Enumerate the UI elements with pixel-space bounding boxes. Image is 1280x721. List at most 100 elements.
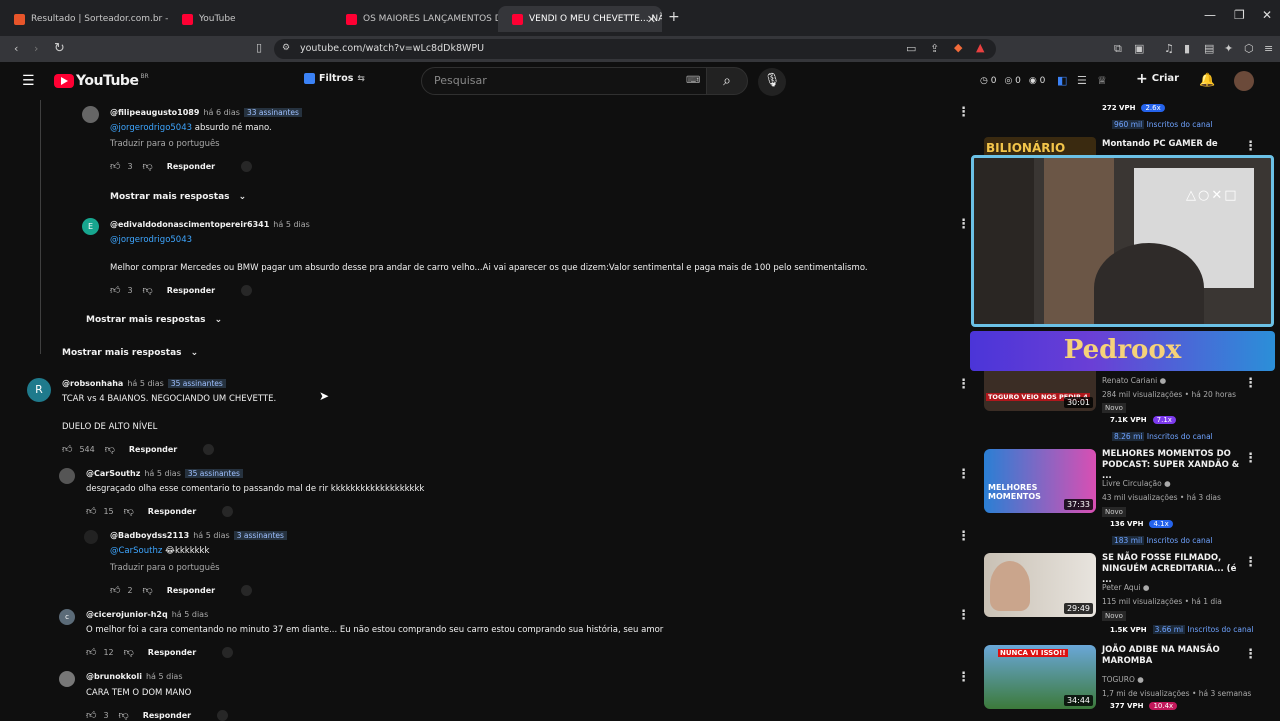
- video-thumbnail[interactable]: MELHORES MOMENTOS 37:33: [984, 449, 1096, 513]
- dislike-icon[interactable]: 👎︎: [119, 709, 129, 721]
- reply-button[interactable]: Responder: [143, 711, 191, 720]
- filters-button[interactable]: Filtros ⇆: [304, 73, 365, 84]
- bookmark-icon[interactable]: ▯: [256, 42, 262, 53]
- translate-link[interactable]: Traduzir para o português: [110, 139, 220, 149]
- search-input[interactable]: Pesquisar ⌨: [421, 67, 707, 95]
- like-icon[interactable]: 👍︎: [110, 584, 120, 596]
- avatar[interactable]: c: [59, 609, 75, 625]
- reply-button[interactable]: Responder: [148, 507, 196, 516]
- reply-button[interactable]: Responder: [167, 162, 215, 171]
- comment-author[interactable]: @edivaldodonascimentopereir6341 há 5 dias: [110, 220, 310, 229]
- more-options-icon[interactable]: ⋮: [957, 529, 970, 544]
- avatar[interactable]: [1234, 71, 1254, 91]
- mention-link[interactable]: @jorgerodrigo5043: [110, 123, 192, 133]
- vpn-icon[interactable]: ⬡: [1244, 43, 1254, 54]
- video-title[interactable]: MELHORES MOMENTOS DO PODCAST: SUPER XAND…: [1102, 449, 1242, 482]
- comment-author[interactable]: @Badboydss2113 há 5 dias 3 assinantes: [110, 531, 287, 540]
- video-title[interactable]: Montando PC GAMER de: [1102, 139, 1242, 150]
- media-icon[interactable]: ♫: [1164, 43, 1174, 54]
- more-options-icon[interactable]: ⋮: [957, 105, 970, 120]
- like-icon[interactable]: 👍︎: [62, 443, 72, 455]
- extension-dot-icon[interactable]: [241, 584, 253, 596]
- comment-author[interactable]: @CarSouthz há 5 dias 35 assinantes: [86, 469, 243, 478]
- more-options-icon[interactable]: ⋮: [957, 217, 970, 232]
- video-thumbnail[interactable]: TOGURO VEIO NOS PEDIR 4 30:01: [984, 371, 1096, 411]
- more-options-icon[interactable]: ⋮: [1244, 451, 1257, 466]
- show-more-replies-button[interactable]: Mostrar mais respostas ⌄: [62, 348, 198, 358]
- avatar[interactable]: [84, 530, 98, 544]
- avatar[interactable]: [59, 468, 75, 484]
- maximize-icon[interactable]: ❐: [1234, 8, 1245, 22]
- browser-tab-youtube[interactable]: YouTube: [168, 6, 336, 32]
- hamburger-menu-icon[interactable]: ☰: [22, 74, 35, 88]
- forward-icon[interactable]: ›: [34, 43, 38, 54]
- close-window-icon[interactable]: ✕: [1262, 8, 1272, 22]
- bell-icon[interactable]: 🔔: [1199, 74, 1215, 87]
- wallet-icon[interactable]: ▤: [1204, 43, 1214, 54]
- search-button[interactable]: ⌕: [706, 67, 748, 95]
- avatar[interactable]: E: [82, 218, 99, 235]
- channel-name[interactable]: Livre Circulação ●: [1102, 479, 1171, 488]
- like-icon[interactable]: 👍︎: [86, 646, 96, 658]
- extension-dot-icon[interactable]: [222, 646, 234, 658]
- extension-dot-icon[interactable]: [217, 709, 229, 721]
- like-icon[interactable]: 👍︎: [86, 505, 96, 517]
- show-more-replies-button[interactable]: Mostrar mais respostas ⌄: [110, 192, 246, 202]
- cast-icon[interactable]: ▭: [906, 43, 916, 54]
- youtube-logo[interactable]: YouTube BR: [54, 73, 149, 89]
- browser-tab-chevette[interactable]: VENDI O MEU CHEVETTE... NÃO ✕: [498, 6, 662, 32]
- reload-icon[interactable]: ↻: [54, 42, 65, 55]
- extension-dot-icon[interactable]: [241, 160, 253, 172]
- sidebar-video[interactable]: MELHORES MOMENTOS 37:33 MELHORES MOMENTO…: [984, 449, 1264, 549]
- channel-name[interactable]: TOGURO ●: [1102, 675, 1144, 684]
- reply-button[interactable]: Responder: [167, 586, 215, 595]
- avatar[interactable]: [82, 106, 99, 123]
- dislike-icon[interactable]: 👎︎: [124, 505, 134, 517]
- comment-author[interactable]: @brunokkoli há 5 dias: [86, 672, 183, 681]
- extension-dot-icon[interactable]: [241, 284, 253, 296]
- video-title[interactable]: SE NÃO FOSSE FILMADO, NINGUÉM ACREDITARI…: [1102, 553, 1242, 586]
- extensions-icon[interactable]: ⧉: [1114, 43, 1122, 54]
- extension-icon[interactable]: ▣: [1134, 43, 1144, 54]
- channel-name[interactable]: Renato Cariani ●: [1102, 376, 1166, 385]
- brave-shield-icon[interactable]: ◆: [954, 42, 962, 53]
- dislike-icon[interactable]: 👎︎: [105, 443, 115, 455]
- avatar[interactable]: R: [27, 378, 51, 402]
- sidebar-icon[interactable]: ▮: [1184, 43, 1190, 54]
- brave-rewards-icon[interactable]: ▲: [976, 42, 984, 53]
- more-options-icon[interactable]: ⋮: [1244, 139, 1257, 154]
- minimize-icon[interactable]: —: [1204, 8, 1216, 22]
- reply-button[interactable]: Responder: [148, 648, 196, 657]
- translate-link[interactable]: Traduzir para o português: [110, 563, 220, 573]
- trophy-icon[interactable]: ♕: [1097, 75, 1107, 86]
- reply-button[interactable]: Responder: [129, 445, 177, 454]
- browser-tab-sorteador[interactable]: Resultado | Sorteador.com.br - O Site: [0, 6, 168, 32]
- like-icon[interactable]: 👍︎: [86, 709, 96, 721]
- more-options-icon[interactable]: ⋮: [957, 467, 970, 482]
- avatar[interactable]: [59, 671, 75, 687]
- close-tab-icon[interactable]: ✕: [647, 13, 656, 26]
- keyboard-icon[interactable]: ⌨: [686, 76, 700, 86]
- list-icon[interactable]: ☰: [1077, 75, 1087, 86]
- more-options-icon[interactable]: ⋮: [957, 377, 970, 392]
- more-options-icon[interactable]: ⋮: [1244, 647, 1257, 662]
- extension-icon[interactable]: ◧: [1057, 75, 1067, 86]
- back-icon[interactable]: ‹: [14, 43, 18, 54]
- video-thumbnail[interactable]: BILIONÁRIO: [984, 137, 1096, 157]
- dislike-icon[interactable]: 👎︎: [143, 160, 153, 172]
- comment-author[interactable]: @filipeaugusto1089 há 6 dias 33 assinantes: [110, 108, 302, 117]
- reply-button[interactable]: Responder: [167, 286, 215, 295]
- leo-ai-icon[interactable]: ✦: [1224, 43, 1233, 54]
- scrollbar[interactable]: [1276, 100, 1280, 720]
- more-options-icon[interactable]: ⋮: [957, 670, 970, 685]
- video-thumbnail[interactable]: 29:49: [984, 553, 1096, 617]
- create-button[interactable]: + Criar: [1136, 72, 1179, 86]
- voice-search-button[interactable]: 🎙: [758, 68, 786, 96]
- more-options-icon[interactable]: ⋮: [957, 608, 970, 623]
- browser-tab-lancamentos[interactable]: OS MAIORES LANÇAMENTOS DO CI: [332, 6, 500, 32]
- mention-link[interactable]: @jorgerodrigo5043: [110, 235, 192, 245]
- more-options-icon[interactable]: ⋮: [1244, 376, 1257, 391]
- site-info-icon[interactable]: ⚙: [282, 44, 290, 53]
- sidebar-video[interactable]: 29:49 SE NÃO FOSSE FILMADO, NINGUÉM ACRE…: [984, 553, 1264, 643]
- menu-icon[interactable]: ≡: [1264, 43, 1273, 54]
